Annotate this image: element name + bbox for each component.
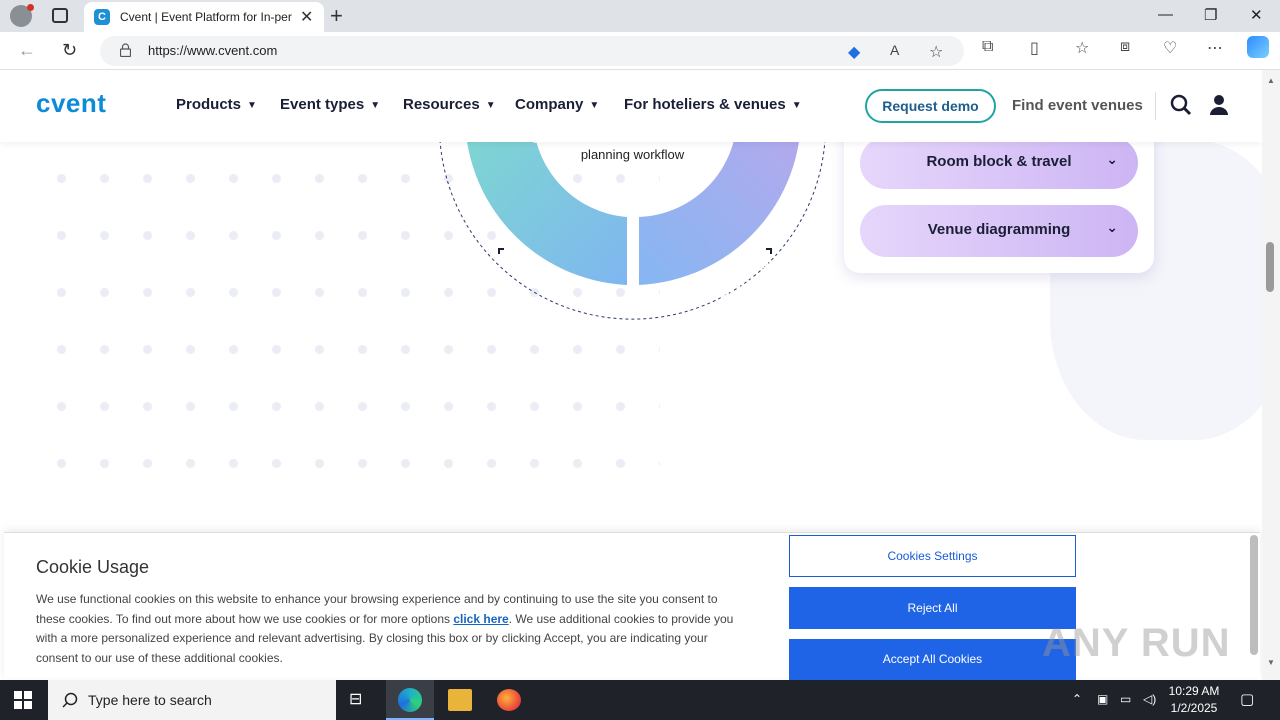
chevron-down-icon: ▼ [485,100,496,111]
find-event-venues-link[interactable]: Find event venues [1012,97,1143,114]
chevron-down-icon: ▼ [247,100,257,111]
firefox-icon[interactable] [497,689,521,711]
nav-hoteliers-venues[interactable]: For hoteliers & venues ▼ [624,96,802,113]
nav-label: Event types [280,96,365,113]
browser-tab-active[interactable]: C Cvent | Event Platform for In-person ✕ [84,2,324,32]
edge-taskbar-active[interactable] [386,680,434,720]
browser-essentials-icon[interactable]: ♡ [1163,38,1177,58]
accordion-label: Room block & travel [926,153,1072,170]
request-demo-button[interactable]: Request demo [865,89,996,123]
clock-time: 10:29 AM [1168,684,1220,698]
accept-all-cookies-button[interactable]: Accept All Cookies [789,639,1076,680]
chevron-down-icon: ▼ [791,100,802,111]
taskbar-clock[interactable]: 10:29 AM 1/2/2025 [1166,683,1222,717]
favorite-star-icon[interactable]: ☆ [929,42,943,62]
tab-title: Cvent | Event Platform for In-person [120,10,292,24]
browser-tab-bar: C Cvent | Event Platform for In-person ✕… [0,0,1280,32]
favorites-icon[interactable]: ☆ [1075,38,1089,58]
cookies-settings-button[interactable]: Cookies Settings [789,535,1076,577]
cookie-banner: Cookie Usage We use functional cookies o… [4,532,1260,680]
anyrun-watermark: ANY RUN [1042,621,1231,665]
tray-chevron-up-icon[interactable]: ⌃ [1072,692,1082,706]
cvent-favicon-icon: C [94,9,110,25]
nav-event-types[interactable]: Event types ▼ [280,96,380,113]
cookie-more-link[interactable]: click here [453,612,508,626]
nav-label: For hoteliers & venues [624,96,786,113]
read-aloud-icon[interactable]: A [890,42,899,58]
nav-label: Resources [403,96,480,113]
close-window-icon[interactable]: ✕ [1250,6,1263,24]
search-icon[interactable] [1170,94,1192,116]
nav-company[interactable]: Company ▼ [515,96,599,113]
refresh-icon[interactable]: ↻ [62,40,77,61]
browser-toolbar: ← ↻ https://www.cvent.com ◆ A ☆ ⧉ ▯ ☆ ⧈ … [0,32,1280,70]
taskbar-search-box[interactable]: Type here to search [48,680,336,720]
reject-all-button[interactable]: Reject All [789,587,1076,629]
cookie-title: Cookie Usage [36,557,150,577]
search-icon [62,692,78,708]
tab-actions-icon[interactable] [52,8,68,23]
minimize-icon[interactable]: — [1158,6,1173,23]
accordion-item-room-block[interactable]: Room block & travel ⌄ [860,137,1138,189]
back-icon[interactable]: ← [18,40,36,61]
cookie-description: We use functional cookies on this websit… [36,590,748,668]
task-view-icon[interactable]: ⊟ [349,689,373,711]
feature-accordion-card: Room block & travel ⌄ Venue diagramming … [844,120,1154,273]
nav-resources[interactable]: Resources ▼ [403,96,496,113]
nav-label: Company [515,96,584,113]
user-account-icon[interactable] [1209,94,1229,116]
tray-device-icon[interactable]: ▣ [1097,692,1108,706]
nav-products[interactable]: Products ▼ [176,96,257,113]
taskbar-search-placeholder: Type here to search [88,692,212,708]
logo-text: cvent [36,88,107,118]
accordion-item-venue-diagramming[interactable]: Venue diagramming ⌄ [860,205,1138,257]
url-text: https://www.cvent.com [148,43,278,58]
restore-icon[interactable]: ❐ [1204,6,1217,24]
shopping-tag-icon[interactable]: ◆ [848,42,860,62]
split-screen-icon[interactable]: ▯ [1030,38,1039,58]
windows-start-icon[interactable] [14,691,32,709]
accordion-label: Venue diagramming [927,221,1071,238]
windows-taskbar: Type here to search ⊟ ⌃ ▣ ▭ ◁) 10:29 AM … [0,680,1280,720]
cvent-logo[interactable]: cvent [36,88,106,119]
scroll-down-icon[interactable]: ▼ [1267,658,1275,667]
header-divider [1155,92,1156,120]
cookie-scrollbar[interactable] [1250,535,1258,655]
page-scrollbar[interactable]: ▲ ▼ [1262,70,1280,680]
extensions-icon[interactable]: ⧉ [982,38,993,56]
web-page: DAY OF EVENT PROMOTION planning workflow… [0,70,1262,680]
edge-icon [398,688,422,712]
chevron-down-icon: ⌄ [1106,151,1118,167]
chevron-down-icon: ▼ [589,100,600,111]
more-menu-icon[interactable]: ⋯ [1207,38,1223,58]
profile-avatar-icon[interactable] [10,4,34,27]
site-header: cvent Products ▼ Event types ▼ Resources ▼ … [0,70,1262,142]
nav-label: Products [176,96,242,113]
chevron-down-icon: ▼ [370,100,381,111]
lock-icon [120,43,131,57]
collections-icon[interactable]: ⧈ [1120,38,1130,56]
scroll-thumb[interactable] [1266,242,1274,292]
ring-center-text: planning workflow [580,147,685,162]
address-bar[interactable]: https://www.cvent.com ◆ A ☆ [100,36,964,66]
copilot-icon[interactable] [1247,36,1269,58]
network-icon[interactable]: ▭ [1120,692,1131,706]
new-tab-icon[interactable]: + [330,3,343,29]
tab-close-icon[interactable]: ✕ [300,7,313,27]
notifications-icon[interactable]: ▢ [1240,690,1254,708]
scroll-up-icon[interactable]: ▲ [1267,76,1275,85]
clock-date: 1/2/2025 [1170,701,1218,715]
file-explorer-icon[interactable] [448,689,472,711]
volume-icon[interactable]: ◁) [1143,692,1156,706]
chevron-down-icon: ⌄ [1106,219,1118,235]
